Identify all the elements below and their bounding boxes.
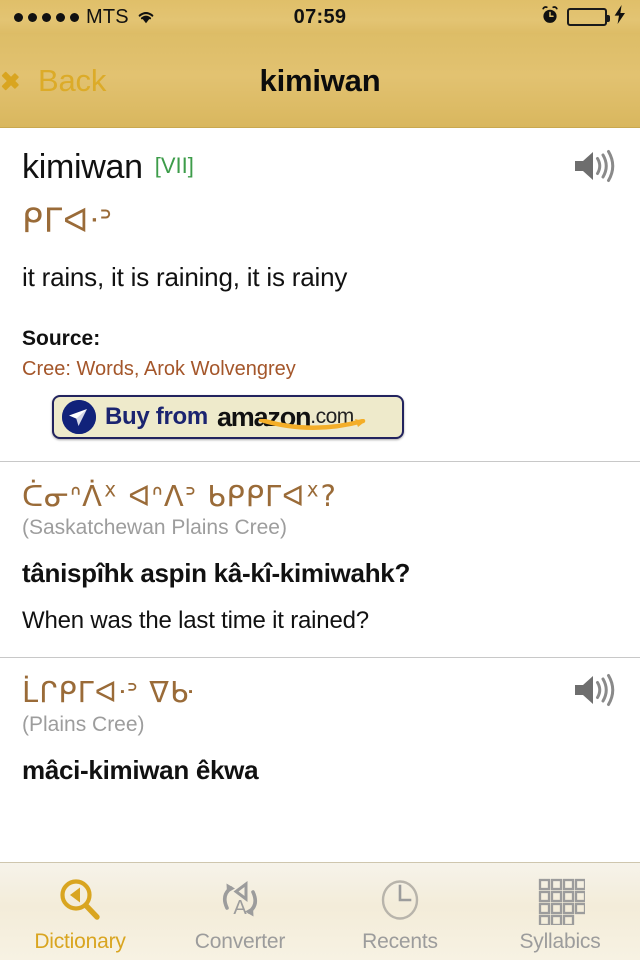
example-romanized: tânispîhk aspin kâ-kî-kimiwahk? bbox=[22, 558, 411, 589]
example-syllabics: ᒫᒋᑭᒥᐊᐧᐣ ᐁᑿ bbox=[22, 675, 195, 710]
tab-converter-label: Converter bbox=[194, 929, 286, 953]
tab-syllabics-label: Syllabics bbox=[519, 929, 601, 953]
svg-text:A: A bbox=[233, 897, 247, 919]
status-bar-right bbox=[540, 5, 626, 30]
example-romanized: mâci-kimiwan êkwa bbox=[22, 754, 259, 785]
speaker-icon[interactable] bbox=[572, 672, 618, 708]
magnifier-syllabic-icon bbox=[55, 874, 105, 926]
navigation-bar: Back kimiwan bbox=[0, 34, 640, 128]
amazon-smile-icon bbox=[259, 419, 371, 432]
entry-header: kimiwan [VII] bbox=[22, 128, 618, 187]
back-button[interactable]: Back bbox=[14, 63, 106, 99]
convert-arrows-icon: A bbox=[215, 874, 265, 926]
tab-dictionary-label: Dictionary bbox=[34, 929, 126, 953]
lightning-bolt-icon bbox=[614, 5, 626, 29]
dictionary-entry: kimiwan [VII] ᑭᒥᐊᐧᐣ it rains, it is rain… bbox=[0, 128, 640, 461]
tab-bar: Dictionary A Converter Recents Syllabics bbox=[0, 862, 640, 960]
buy-from-amazon-button[interactable]: Buy from amazon .com bbox=[52, 395, 404, 439]
tab-converter[interactable]: A Converter bbox=[160, 863, 320, 960]
example-entry: ᒫᒋᑭᒥᐊᐧᐣ ᐁᑿ (Plains Cree) mâci-kimiwan êk… bbox=[0, 658, 640, 808]
alarm-clock-icon bbox=[540, 5, 560, 30]
tab-recents[interactable]: Recents bbox=[320, 863, 480, 960]
example-syllabics: ᑖᓂᐢᐲᕽ ᐊᐢᐱᐣ ᑲᑭᑭᒥᐊᕁ? bbox=[22, 479, 337, 513]
clock-icon bbox=[375, 874, 425, 926]
definition-gloss: it rains, it is raining, it is rainy bbox=[22, 262, 348, 292]
amazon-logo-icon bbox=[62, 400, 96, 434]
amazon-buy-text: Buy from bbox=[105, 403, 208, 430]
status-bar: MTS 07:59 bbox=[0, 0, 640, 34]
tab-syllabics[interactable]: Syllabics bbox=[480, 863, 640, 960]
battery-icon bbox=[567, 8, 610, 26]
example-entry: ᑖᓂᐢᐲᕽ ᐊᐢᐱᐣ ᑲᑭᑭᒥᐊᕁ? (Saskatchewan Plains … bbox=[0, 462, 640, 658]
app-screen: MTS 07:59 Back kimiwan kimiwan [VII] ᑭᒥᐊ… bbox=[0, 0, 640, 960]
back-button-label: Back bbox=[38, 62, 107, 98]
headword: kimiwan bbox=[22, 148, 143, 186]
headword-syllabics: ᑭᒥᐊᐧᐣ bbox=[22, 201, 113, 240]
content-area: kimiwan [VII] ᑭᒥᐊᐧᐣ it rains, it is rain… bbox=[0, 128, 640, 862]
part-of-speech-tag: [VII] bbox=[154, 153, 194, 178]
example-header: ᑖᓂᐢᐲᕽ ᐊᐢᐱᐣ ᑲᑭᑭᒥᐊᕁ? (Saskatchewan Plains … bbox=[22, 462, 618, 540]
example-translation: When was the last time it rained? bbox=[22, 607, 369, 635]
example-dialect: (Saskatchewan Plains Cree) bbox=[22, 516, 287, 540]
example-dialect: (Plains Cree) bbox=[22, 712, 145, 736]
grid-icon bbox=[535, 874, 585, 926]
chevron-left-icon bbox=[14, 65, 32, 97]
tab-dictionary[interactable]: Dictionary bbox=[0, 863, 160, 960]
tab-recents-label: Recents bbox=[362, 929, 438, 953]
source-value: Cree: Words, Arok Wolvengrey bbox=[22, 358, 296, 380]
source-label: Source: bbox=[22, 327, 101, 350]
example-header: ᒫᒋᑭᒥᐊᐧᐣ ᐁᑿ (Plains Cree) bbox=[22, 658, 618, 736]
speaker-icon[interactable] bbox=[572, 148, 618, 184]
